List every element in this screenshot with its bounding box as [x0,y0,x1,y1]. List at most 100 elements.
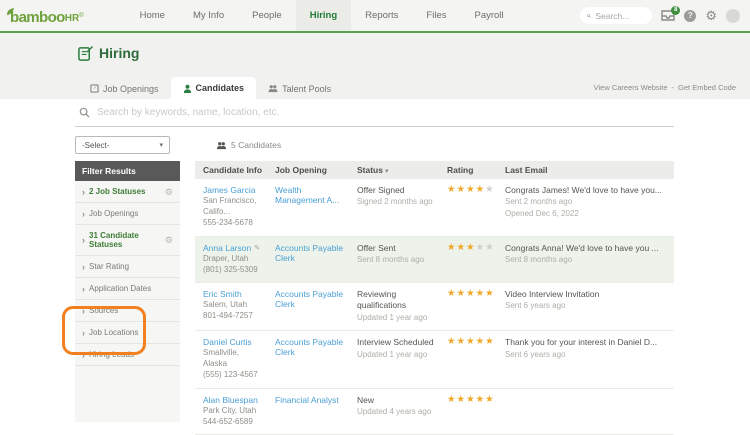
tab-candidates[interactable]: Candidates [171,77,257,99]
column-header-label: Status [357,165,383,175]
main-nav: Home My Info People Hiring Reports Files… [126,0,518,31]
global-search-input[interactable] [595,11,645,21]
candidate-name-link[interactable]: Eric Smith [203,289,242,299]
status-text: Interview Scheduled [357,337,435,348]
candidate-search-input[interactable] [97,107,674,118]
link-separator: - [672,83,675,92]
help-button[interactable]: ? [684,10,696,22]
star-rating[interactable]: ★★★★★ [447,243,493,253]
nav-item-home[interactable]: Home [126,0,179,31]
get-embed-code-link[interactable]: Get Embed Code [678,83,736,92]
candidate-search-bar[interactable] [75,99,674,127]
status-cell: Interview ScheduledUpdated 1 year ago [349,337,439,381]
candidate-name-link[interactable]: James Garcia [203,185,255,195]
tab-label: Talent Pools [282,84,331,94]
filter-item-label: 31 Candidate Statuses [89,231,161,249]
job-opening-link[interactable]: Accounts Payable Clerk [275,289,343,309]
nav-item-files[interactable]: Files [412,0,460,31]
status-text: Offer Sent [357,243,435,254]
nav-item-hiring[interactable]: Hiring [296,0,351,31]
star-filled-icon: ★ [447,336,457,347]
star-rating[interactable]: ★★★★★ [447,185,493,195]
rating-cell: ★★★★★ [439,337,497,381]
column-header-status[interactable]: Status▾ [349,165,439,175]
candidate-info-cell: Daniel CurtisSmallville, Alaska(555) 123… [195,337,267,381]
column-header-candidate-info[interactable]: Candidate Info [195,165,267,175]
job-opening-link[interactable]: Wealth Management A... [275,185,339,205]
inbox-button[interactable]: 8 [661,10,675,21]
page-title: Hiring [99,45,139,61]
user-avatar[interactable] [726,9,740,23]
email-meta: Opened Dec 6, 2022 [505,208,670,219]
filter-item-star-rating[interactable]: › Star Rating [75,256,180,278]
edit-icon[interactable]: ✎ [254,244,260,252]
candidate-count-label: 5 Candidates [231,140,281,150]
nav-item-payroll[interactable]: Payroll [460,0,517,31]
filter-item-sources[interactable]: ›Sources [75,300,180,322]
filter-item-label: Hiring Leads [89,350,134,359]
table-row[interactable]: Eric SmithSalem, Utah801-494-7257Account… [195,283,674,331]
filter-item-job-locations[interactable]: ›Job Locations [75,322,180,344]
chevron-right-icon: › [82,307,85,315]
table-row[interactable]: Anna Larson✎Draper, Utah(801) 325-5309 Ac… [195,237,674,283]
status-cell: NewUpdated 4 years ago [349,395,439,427]
filter-item-job-openings[interactable]: ›Job Openings [75,203,180,225]
filter-item-application-dates[interactable]: ›Application Dates [75,278,180,300]
star-empty-icon: ★ [476,242,486,253]
table-row[interactable]: James GarciaSan Francisco, Califo...555-… [195,179,674,237]
filter-item-label: Star Rating [89,262,129,271]
job-opening-cell: Accounts Payable Clerk [267,337,349,381]
star-filled-icon: ★ [485,288,495,299]
star-rating[interactable]: ★★★★★ [447,289,493,299]
tab-label: Candidates [196,83,245,93]
job-opening-link[interactable]: Financial Analyst [275,395,339,405]
nav-item-my-info[interactable]: My Info [179,0,238,31]
job-opening-link[interactable]: Accounts Payable Clerk [275,337,343,357]
star-filled-icon: ★ [485,394,495,405]
candidate-name-link[interactable]: Alan Bluespan [203,395,258,405]
candidate-info-cell: Anna Larson✎Draper, Utah(801) 325-5309 [195,243,267,275]
column-header-last-email[interactable]: Last Email [497,165,674,175]
job-opening-link[interactable]: Accounts Payable Clerk [275,243,343,263]
select-value: -Select- [82,141,110,150]
column-header-job-opening[interactable]: Job Opening [267,165,349,175]
global-search[interactable] [580,7,652,24]
star-filled-icon: ★ [447,394,457,405]
star-rating[interactable]: ★★★★★ [447,395,493,405]
filter-item-2-job-statuses[interactable]: ›2 Job Statuses⚙ [75,181,180,203]
status-subtext: Updated 1 year ago [357,312,435,323]
table-row[interactable]: Daniel CurtisSmallville, Alaska(555) 123… [195,331,674,389]
column-header-rating[interactable]: Rating [439,165,497,175]
filter-list: ›2 Job Statuses⚙›Job Openings › 31 Candida… [75,181,180,422]
view-careers-website-link[interactable]: View Careers Website [594,83,668,92]
email-meta: Sent 6 years ago [505,300,670,311]
candidate-info-cell: Alan BluespanPark City, Utah544-652-6589 [195,395,267,427]
chevron-right-icon: › [82,263,85,271]
job-opening-cell: Accounts Payable Clerk [267,243,349,275]
filter-item-31-candidate-statuses[interactable]: ›31 Candidate Statuses⚙ [75,225,180,256]
candidate-phone: (555) 123-4567 [203,369,263,380]
bamboohr-logo[interactable]: bambooHR® [8,7,84,25]
filter-gear-icon[interactable]: ⚙ [165,236,173,244]
nav-right-cluster: 8 ? ⚙ [580,7,740,24]
star-filled-icon: ★ [466,288,476,299]
filter-gear-icon[interactable]: ⚙ [165,188,173,196]
filter-item-hiring-leads[interactable]: ›Hiring Leads [75,344,180,366]
star-filled-icon: ★ [476,184,486,195]
status-text: New [357,395,435,406]
search-icon [79,107,90,118]
candidate-name-link[interactable]: Anna Larson [203,243,251,253]
search-icon [587,12,591,20]
nav-item-people[interactable]: People [238,0,296,31]
candidate-name-link[interactable]: Daniel Curtis [203,337,252,347]
help-icon: ? [688,11,693,20]
candidate-location: Smallville, Alaska [203,347,263,369]
star-rating[interactable]: ★★★★★ [447,337,493,347]
settings-button[interactable]: ⚙ [705,9,717,22]
nav-item-reports[interactable]: Reports [351,0,412,31]
inbox-badge: 8 [671,6,680,15]
table-row[interactable]: Alan BluespanPark City, Utah544-652-6589… [195,389,674,435]
tab-job-openings[interactable]: Job Openings [78,78,171,99]
bulk-action-select[interactable]: -Select- ▾ [75,136,170,154]
tab-talent-pools[interactable]: Talent Pools [256,78,343,99]
